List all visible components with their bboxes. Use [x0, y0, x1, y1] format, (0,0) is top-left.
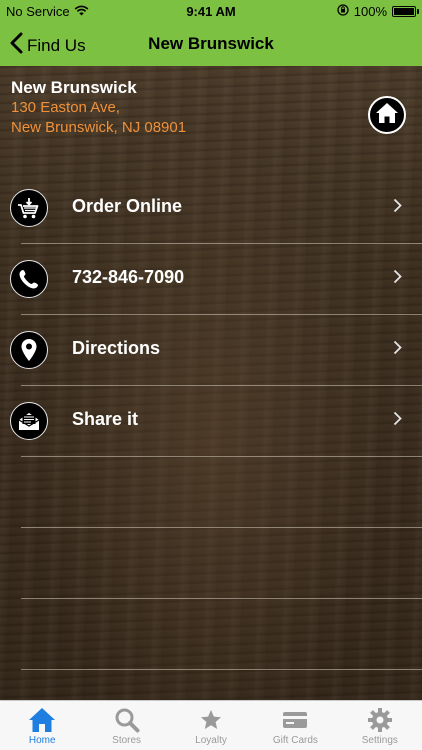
star-icon [199, 707, 223, 733]
chevron-left-icon [10, 32, 23, 59]
share-label: Share it [72, 409, 139, 429]
order-online-label: Order Online [72, 196, 183, 216]
home-button[interactable] [368, 96, 406, 134]
chevron-right-icon [393, 198, 402, 218]
share-row[interactable]: Share it [0, 385, 422, 456]
search-icon [114, 707, 140, 733]
home-icon [28, 707, 56, 733]
back-label: Find Us [27, 35, 86, 55]
store-detail: New Brunswick 130 Easton Ave, New Brunsw… [0, 66, 422, 700]
tab-loyalty-label: Loyalty [195, 735, 227, 746]
home-icon [375, 102, 399, 129]
chevron-right-icon [393, 269, 402, 289]
divider [21, 527, 422, 528]
tab-bar: Home Stores Loyalty Gift Cards Settings [0, 700, 422, 750]
tab-settings[interactable]: Settings [338, 701, 422, 750]
tab-home-label: Home [28, 735, 56, 746]
divider [21, 456, 422, 457]
tab-loyalty[interactable]: Loyalty [169, 701, 253, 750]
store-address-line1: 130 Easton Ave, [11, 99, 120, 116]
directions-label: Directions [72, 338, 161, 358]
chevron-right-icon [393, 411, 402, 431]
back-button[interactable]: Find Us [10, 32, 86, 59]
tab-gift-cards[interactable]: Gift Cards [253, 701, 337, 750]
battery-icon [392, 6, 419, 17]
phone-number-label: 732-846-7090 [72, 267, 185, 287]
orientation-lock-icon [337, 4, 349, 19]
tab-stores[interactable]: Stores [84, 701, 168, 750]
status-bar: No Service 9:41 AM 100% [0, 0, 422, 22]
phone-row[interactable]: 732-846-7090 [0, 243, 422, 314]
tab-stores-label: Stores [112, 735, 142, 746]
navigation-bar: Find Us New Brunswick [0, 22, 422, 66]
store-name: New Brunswick [11, 78, 137, 97]
chevron-right-icon [393, 340, 402, 360]
tab-home[interactable]: Home [0, 701, 84, 750]
battery-percent: 100% [353, 4, 387, 19]
cart-icon [10, 189, 48, 227]
directions-row[interactable]: Directions [0, 314, 422, 385]
location-pin-icon [10, 331, 48, 369]
phone-icon [10, 260, 48, 298]
tab-settings-label: Settings [361, 735, 398, 746]
status-right: 100% [337, 4, 419, 19]
tab-gift-cards-label: Gift Cards [272, 735, 318, 746]
store-address-line2: New Brunswick, NJ 08901 [11, 119, 187, 136]
mail-icon [10, 402, 48, 440]
order-online-row[interactable]: Order Online [0, 172, 422, 243]
divider [21, 598, 422, 599]
gear-icon [367, 707, 393, 733]
card-icon [282, 707, 308, 733]
divider [21, 669, 422, 670]
